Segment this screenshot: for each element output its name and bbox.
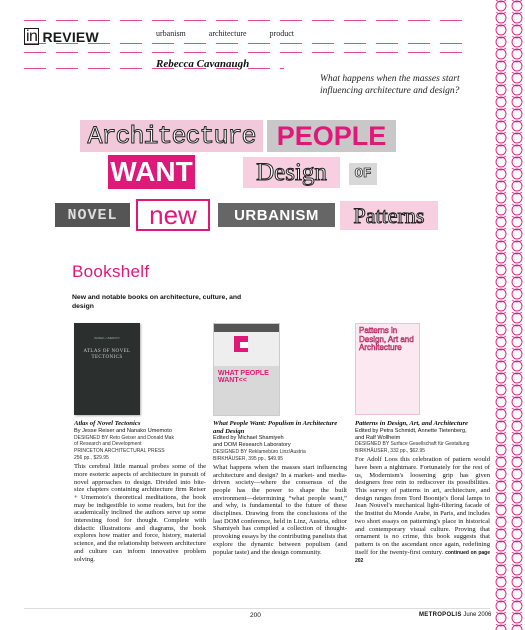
book-cover-atlas: REISER + UMEMOTO ATLAS OF NOVEL TECTONIC…: [74, 323, 140, 415]
book-cover-what-people-want: WHAT PEOPLE WANT<<: [213, 323, 280, 416]
magazine-footer: METROPOLIS June 2006: [419, 612, 491, 618]
book-designer: of Research and Development: [74, 441, 142, 448]
cover-title: ATLAS OF NOVEL TECTONICS: [83, 349, 131, 360]
section-logo-in: in: [24, 28, 40, 45]
dashed-rule: [24, 20, 464, 21]
book-designer: DESIGNED BY Reto Geiser and Donald Mak: [74, 434, 174, 441]
title-word-people: PEOPLE: [267, 120, 396, 152]
book-title: Patterns in Design, Art, and Architectur…: [355, 420, 469, 427]
book-editors: and Ralf Wollheim: [355, 434, 401, 441]
section-logo-review: REVIEW: [42, 28, 99, 45]
title-word-urbanism: URBANISM: [218, 203, 335, 227]
issue-date: June 2006: [463, 612, 492, 618]
dashed-rule: [24, 52, 464, 53]
book-publisher: PRINCETON ARCHITECTURAL PRESS: [74, 448, 165, 455]
book-review-text: This cerebral little manual probes some …: [74, 463, 206, 563]
title-word-want: WANT: [108, 155, 195, 189]
title-word-of: OF: [349, 163, 377, 185]
cover-authors: REISER + UMEMOTO: [94, 337, 120, 340]
article-deck: What happens when the masses start influ…: [320, 74, 460, 96]
book-cover-patterns: Patterns in Design, Art and Architecture: [355, 323, 420, 415]
footer-rule: [24, 608, 490, 609]
book-designer: DESIGNED BY Reklamebüro Linz/Austria: [213, 449, 306, 455]
book-review-text: What happens when the masses start influ…: [213, 463, 347, 556]
book-title: Atlas of Novel Tectonics: [74, 420, 141, 427]
bookshelf-heading: Bookshelf: [72, 262, 150, 281]
book-publisher: BIRKHÄUSER, 332 pp., $62.95: [355, 448, 426, 455]
nav-item-product: product: [269, 29, 294, 38]
section-nav: urbanism architecture product: [156, 29, 294, 38]
ornamental-border: [493, 0, 525, 630]
cover-title: WHAT PEOPLE WANT<<: [218, 370, 269, 384]
title-word-patterns: Patterns: [340, 201, 438, 230]
book-entry-what-people-want: What People Want: Populism in Architectu…: [213, 420, 347, 556]
title-word-novel: NOVEL: [55, 203, 130, 227]
nav-item-urbanism: urbanism: [156, 29, 186, 38]
book-editors: and DOM Research Laboratory: [213, 442, 291, 449]
book-editors: Edited by Petra Schmidt, Annette Tietenb…: [355, 427, 467, 434]
book-entry-atlas: Atlas of Novel Tectonics By Jesse Reiser…: [74, 420, 206, 563]
book-review-text: For Adolf Loos this celebration of patte…: [355, 456, 490, 566]
title-word-design: Design: [243, 157, 340, 188]
magazine-name: METROPOLIS: [419, 612, 462, 618]
book-title: What People Want: Populism in Architectu…: [213, 420, 338, 435]
book-authors: By Jesse Reiser and Nanako Umemoto: [74, 427, 172, 434]
section-header: in REVIEW: [24, 28, 99, 45]
book-publisher: BIRKHÄUSER, 395 pp., $49.95: [213, 455, 284, 462]
book-entry-patterns: Patterns in Design, Art, and Architectur…: [355, 420, 490, 566]
title-word-new: new: [136, 199, 210, 231]
book-price: 256 pp., $29.95: [74, 455, 109, 462]
book-editors: Edited by Michael Shamiyeh: [213, 435, 284, 442]
bookshelf-deck: New and notable books on architecture, c…: [72, 294, 242, 310]
book-review-body: For Adolf Loos this celebration of patte…: [355, 456, 490, 556]
nav-item-architecture: architecture: [208, 29, 247, 38]
cover-title: Patterns in Design, Art and Architecture: [359, 326, 414, 352]
page-number: 200: [250, 612, 261, 619]
author-byline: Rebecca Cavanaugh: [156, 58, 250, 70]
title-word-architecture: Architecture: [80, 120, 263, 152]
